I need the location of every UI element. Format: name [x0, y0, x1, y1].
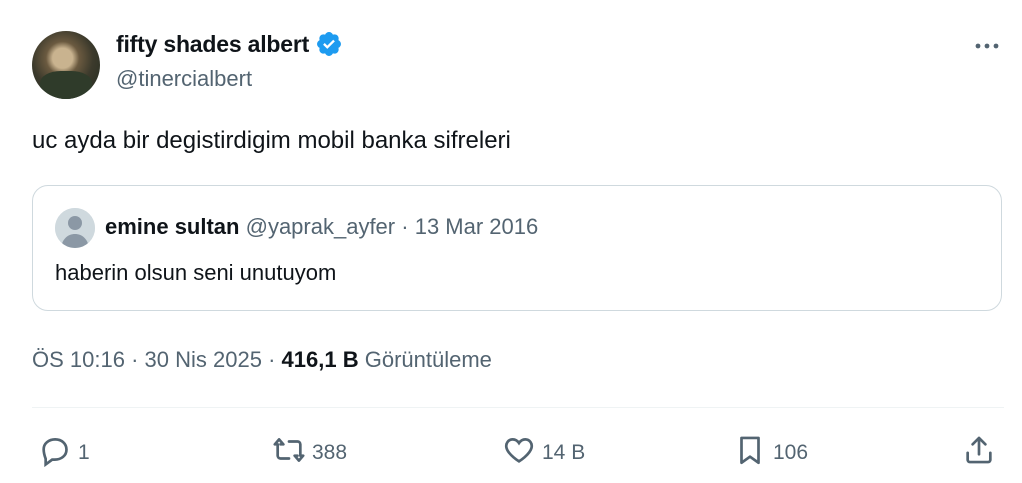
author-avatar[interactable] — [32, 31, 100, 99]
tweet-date[interactable]: 30 Nis 2025 — [145, 347, 262, 372]
quoted-author-name[interactable]: emine sultan — [105, 214, 239, 239]
quoted-author-avatar-icon[interactable] — [55, 208, 95, 248]
views-count: 416,1 B — [281, 347, 359, 372]
bookmark-count: 106 — [773, 440, 809, 464]
author-display-name[interactable]: fifty shades albert — [116, 31, 309, 58]
reply-count: 1 — [78, 440, 90, 464]
views-label: Görüntüleme — [364, 347, 492, 372]
meta-separator: · — [131, 347, 139, 372]
tweet-card: fifty shades albert @tinercialbert uc ay… — [0, 0, 1022, 483]
quoted-date[interactable]: 13 Mar 2016 — [415, 214, 539, 239]
like-button[interactable]: 14 B — [502, 433, 585, 472]
meta-separator: · — [268, 347, 276, 372]
reply-button[interactable]: 1 — [38, 433, 90, 472]
bookmark-button[interactable]: 106 — [733, 433, 808, 472]
share-button[interactable] — [962, 433, 996, 472]
author-name-row: fifty shades albert — [116, 30, 343, 58]
repost-icon — [272, 433, 306, 472]
share-icon — [962, 433, 996, 472]
tweet-meta: ÖS 10:16 · 30 Nis 2025 · 416,1 B Görüntü… — [32, 347, 492, 373]
divider — [32, 407, 1004, 408]
author-handle[interactable]: @tinercialbert — [116, 66, 252, 92]
quoted-separator: · — [401, 214, 409, 239]
quoted-header: emine sultan @yaprak_ayfer · 13 Mar 2016 — [105, 214, 538, 240]
quoted-text: haberin olsun seni unutuyom — [55, 260, 337, 285]
quoted-tweet[interactable]: emine sultan @yaprak_ayfer · 13 Mar 2016… — [32, 185, 1002, 311]
reply-icon — [38, 433, 72, 472]
more-options-icon[interactable] — [972, 34, 1002, 58]
tweet-text: uc ayda bir degistirdigim mobil banka si… — [32, 127, 511, 154]
tweet-time[interactable]: ÖS 10:16 — [32, 347, 125, 372]
repost-count: 388 — [312, 440, 348, 464]
quoted-author-handle[interactable]: @yaprak_ayfer — [246, 214, 396, 239]
repost-button[interactable]: 388 — [272, 433, 347, 472]
heart-icon — [502, 433, 536, 472]
bookmark-icon — [733, 433, 767, 472]
verified-badge-icon[interactable] — [315, 30, 343, 58]
like-count: 14 B — [542, 440, 586, 464]
